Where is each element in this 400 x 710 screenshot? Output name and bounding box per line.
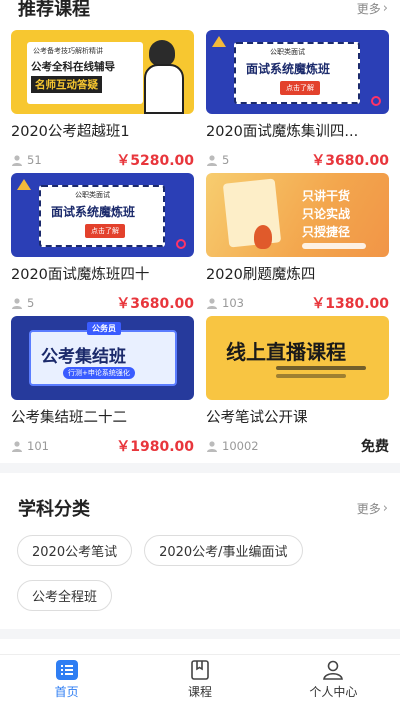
student-count: 5 (11, 296, 34, 310)
user-icon (12, 154, 22, 166)
course-price: ￥1980.00 (116, 439, 194, 455)
tab-profile[interactable]: 个人中心 (267, 655, 400, 704)
course-card[interactable]: 线上直播课程 公考笔试公开课 10002 免费 (206, 316, 389, 459)
course-thumbnail: 公考备考技巧解析精讲 公考全科在线辅导 名师互动答疑 (11, 30, 194, 114)
student-count-value: 103 (222, 296, 244, 310)
teacher-illustration (149, 40, 175, 66)
student-count-value: 5 (27, 296, 35, 310)
recommended-title: 推荐课程 (18, 0, 90, 20)
subject-tags: 2020公考笔试 2020公考/事业编面试 公考全程班 (0, 535, 400, 611)
thumb-button: 点击了解 (280, 81, 320, 95)
thumb-headline: 面试系统魔炼班 (51, 205, 136, 219)
reader-illustration (254, 225, 272, 249)
thumb-line-1: 只讲干货 (302, 189, 351, 203)
subject-tag[interactable]: 2020公考/事业编面试 (144, 535, 303, 566)
book-icon (191, 659, 209, 680)
student-count: 10002 (206, 439, 259, 453)
thumb-subline: 行测+申论系统强化 (63, 367, 135, 379)
thumb-subline: 名师互动答疑 (31, 76, 102, 93)
user-icon (207, 154, 217, 166)
recommended-more-link[interactable]: 更多 › (357, 0, 388, 17)
chevron-right-icon: › (382, 0, 388, 16)
chevron-right-icon: › (382, 500, 388, 516)
recommended-more-label: 更多 (356, 1, 381, 16)
course-title: 2020刷题魔炼四 (206, 267, 316, 283)
course-card[interactable]: 公职类面试 面试系统魔炼班 点击了解 2020面试魔炼集训四... 5 ￥368… (206, 30, 389, 173)
student-count: 103 (206, 296, 244, 310)
thumb-button: 点击了解 (85, 224, 125, 238)
course-title: 2020公考超越班1 (11, 124, 130, 140)
tab-home-label: 首页 (54, 684, 79, 699)
thumb-caption: 公务员 (87, 322, 121, 335)
course-price: 免费 (361, 439, 389, 455)
course-card[interactable]: 公职类面试 面试系统魔炼班 点击了解 2020面试魔炼班四十 5 ￥3680.0… (11, 173, 194, 316)
course-title: 公考集结班二十二 (11, 410, 127, 426)
section-divider (0, 629, 400, 639)
course-title: 公考笔试公开课 (206, 410, 308, 426)
subjects-title: 学科分类 (18, 499, 90, 520)
tab-profile-label: 个人中心 (309, 684, 358, 699)
student-count-value: 101 (27, 439, 49, 453)
student-count-value: 10002 (222, 439, 259, 453)
course-thumbnail: 公职类面试 面试系统魔炼班 点击了解 (11, 173, 194, 257)
student-count-value: 5 (222, 153, 230, 167)
recommended-header: 推荐课程 更多 › (0, 0, 400, 22)
course-price: ￥1380.00 (311, 296, 389, 312)
thumb-line-3: 只授捷径 (302, 225, 351, 239)
subject-tag[interactable]: 2020公考笔试 (17, 535, 133, 566)
home-list-icon (55, 659, 78, 680)
course-price: ￥3680.00 (311, 153, 389, 169)
course-title: 2020面试魔炼班四十 (11, 267, 150, 283)
subject-tag[interactable]: 公考全程班 (17, 580, 113, 611)
course-card[interactable]: 公考备考技巧解析精讲 公考全科在线辅导 名师互动答疑 2020公考超越班1 51… (11, 30, 194, 173)
tab-courses-label: 课程 (187, 684, 212, 699)
user-icon (323, 660, 344, 680)
subjects-header: 学科分类 更多 › (0, 495, 400, 521)
course-thumbnail: 线上直播课程 (206, 316, 389, 400)
course-grid: 公考备考技巧解析精讲 公考全科在线辅导 名师互动答疑 2020公考超越班1 51… (0, 30, 400, 459)
thumb-line-2: 只论实战 (302, 207, 351, 221)
thumb-caption: 公考备考技巧解析精讲 (33, 47, 103, 55)
course-thumbnail: 公务员 公考集结班 行测+申论系统强化 (11, 316, 194, 400)
thumb-headline: 线上直播课程 (226, 340, 346, 364)
subjects-more-link[interactable]: 更多 › (357, 500, 388, 517)
bottom-tab-bar: 首页 课程 个人中心 (0, 654, 400, 704)
course-thumbnail: 只讲干货 只论实战 只授捷径 (206, 173, 389, 257)
thumb-headline: 公考全科在线辅导 (31, 61, 115, 73)
user-icon (207, 297, 217, 309)
user-icon (12, 297, 22, 309)
section-divider (0, 463, 400, 473)
thumb-headline: 公考集结班 (41, 347, 126, 367)
course-title: 2020面试魔炼集训四... (206, 124, 359, 140)
course-card[interactable]: 只讲干货 只论实战 只授捷径 2020刷题魔炼四 103 ￥1380.00 (206, 173, 389, 316)
course-card[interactable]: 公务员 公考集结班 行测+申论系统强化 公考集结班二十二 101 ￥1980.0… (11, 316, 194, 459)
student-count: 51 (11, 153, 42, 167)
course-thumbnail: 公职类面试 面试系统魔炼班 点击了解 (206, 30, 389, 114)
tab-courses[interactable]: 课程 (133, 655, 266, 704)
thumb-caption: 公职类面试 (75, 191, 110, 199)
thumb-headline: 面试系统魔炼班 (246, 62, 331, 76)
student-count-value: 51 (27, 153, 42, 167)
course-price: ￥3680.00 (116, 296, 194, 312)
course-price: ￥5280.00 (116, 153, 194, 169)
user-icon (207, 440, 217, 452)
tab-home[interactable]: 首页 (0, 655, 133, 704)
student-count: 5 (206, 153, 229, 167)
user-icon (12, 440, 22, 452)
thumb-caption: 公职类面试 (270, 48, 305, 56)
subjects-more-label: 更多 (356, 501, 381, 516)
student-count: 101 (11, 439, 49, 453)
